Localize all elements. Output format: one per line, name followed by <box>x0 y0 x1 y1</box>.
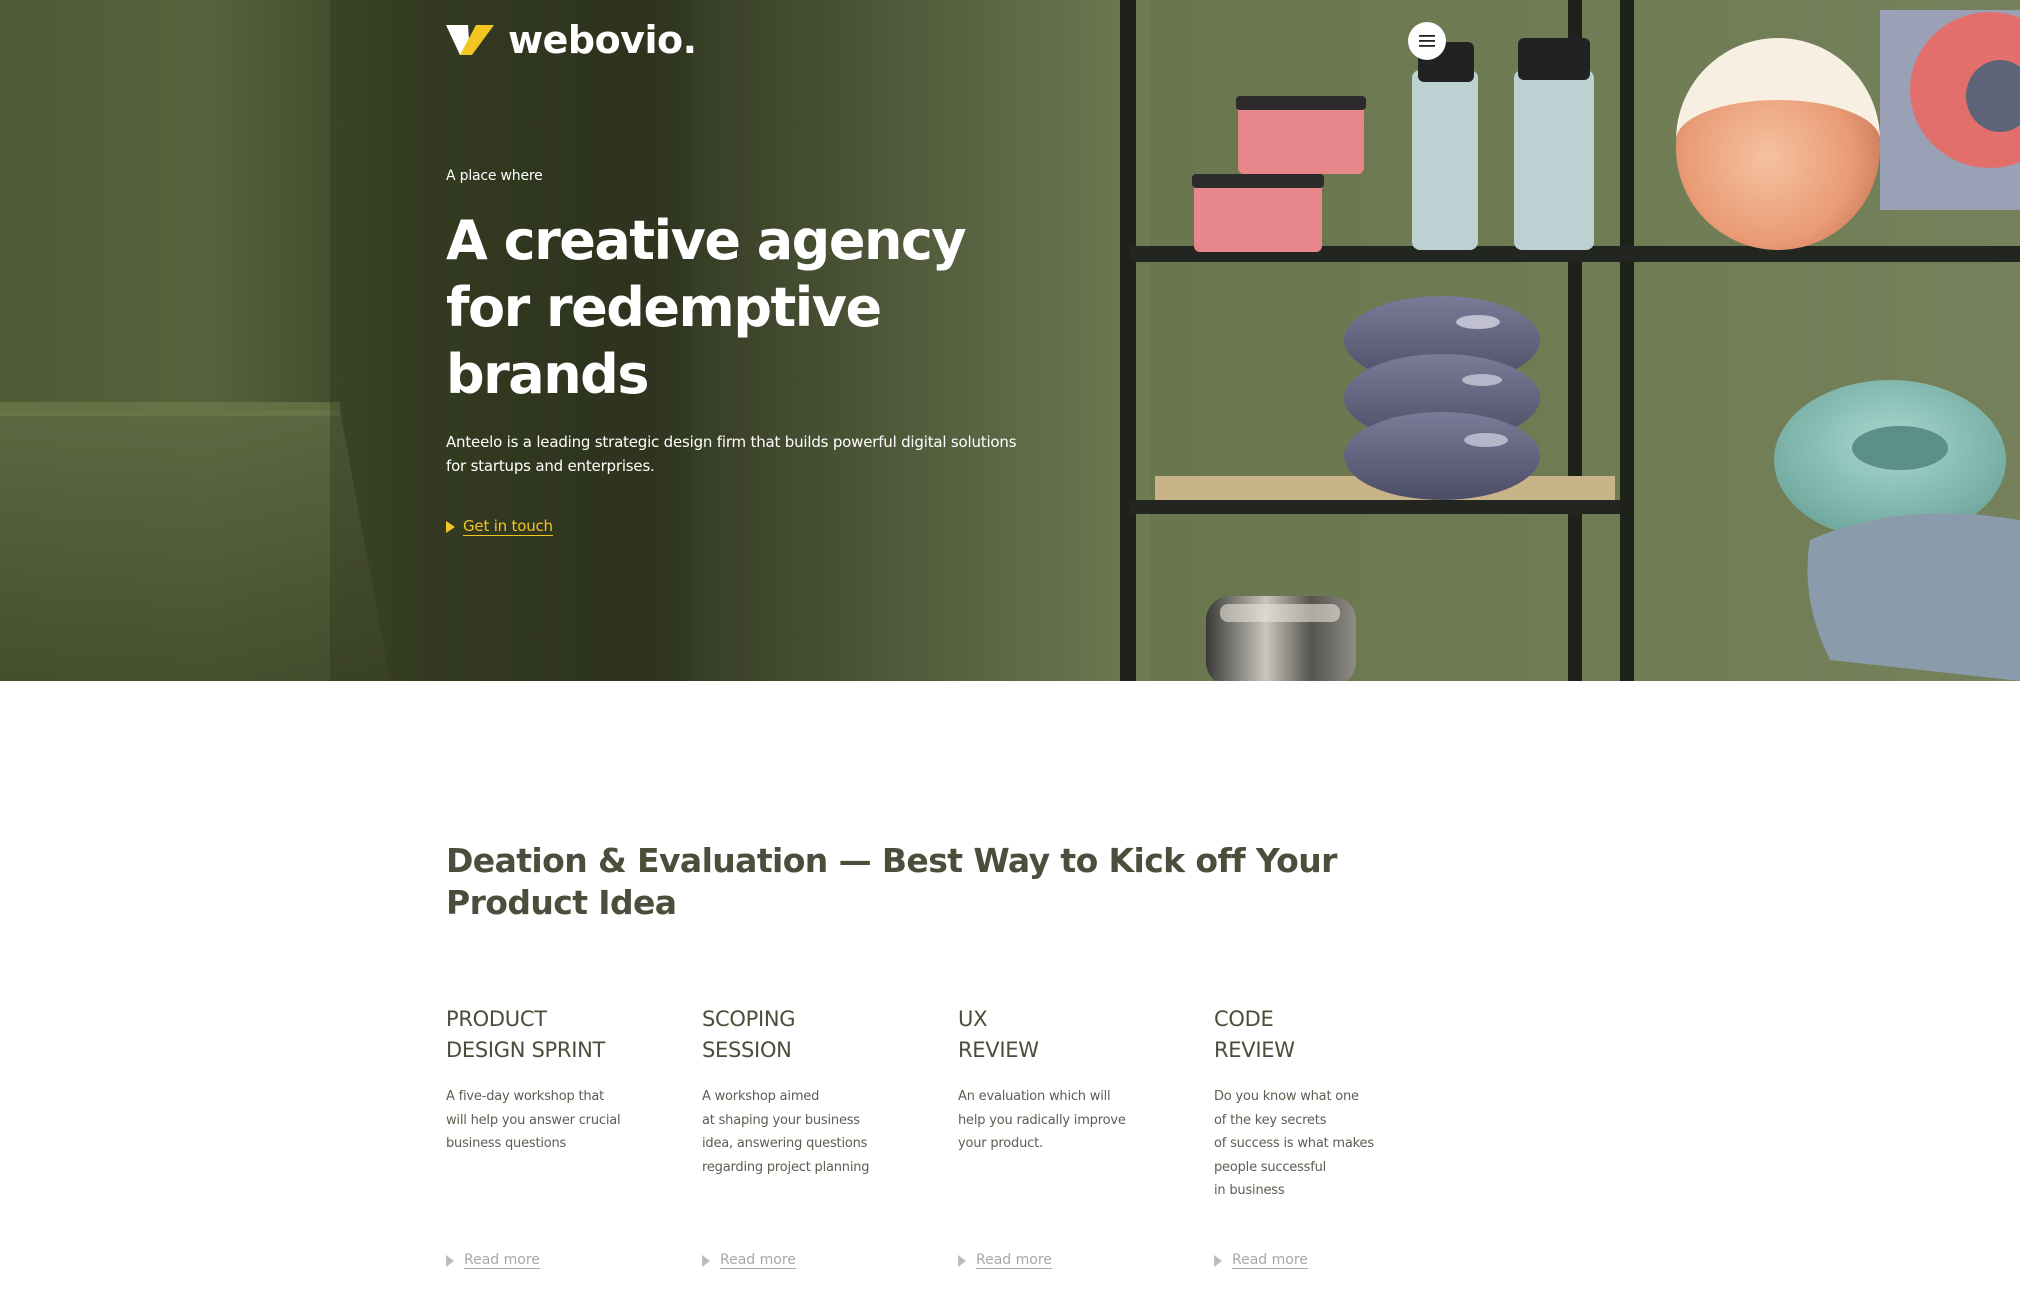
service-card-description: An evaluation which will help you radica… <box>958 1089 1126 1151</box>
service-card-description: A five-day workshop that will help you a… <box>446 1089 621 1151</box>
play-arrow-icon <box>702 1254 710 1267</box>
play-arrow-icon <box>446 1254 454 1267</box>
service-card-title: CODE REVIEW <box>1214 1007 1295 1062</box>
play-arrow-icon <box>446 520 455 533</box>
read-more-link[interactable]: Read more <box>1214 1252 1308 1269</box>
logo-mark-icon <box>446 25 494 55</box>
service-card-title: SCOPING SESSION <box>702 1007 796 1062</box>
get-in-touch-link[interactable]: Get in touch <box>446 517 553 536</box>
services-title: Deation & Evaluation — Best Way to Kick … <box>446 841 1337 922</box>
service-card-title: UX REVIEW <box>958 1007 1039 1062</box>
hero-eyebrow: A place where <box>446 168 543 184</box>
read-more-link[interactable]: Read more <box>958 1252 1052 1269</box>
play-arrow-icon <box>1214 1254 1222 1267</box>
service-card-scoping-session: SCOPING SESSION A workshop aimed at shap… <box>702 1004 922 1269</box>
hero-title: A creative agency for redemptive brands <box>446 209 967 406</box>
menu-button[interactable] <box>1408 22 1446 60</box>
service-card-product-design-sprint: PRODUCT DESIGN SPRINT A five-day worksho… <box>446 1004 666 1269</box>
cta-label: Get in touch <box>463 517 553 536</box>
hero-description: Anteelo is a leading strategic design fi… <box>446 433 1017 475</box>
read-more-link[interactable]: Read more <box>446 1252 540 1269</box>
read-more-link[interactable]: Read more <box>702 1252 796 1269</box>
service-card-title: PRODUCT DESIGN SPRINT <box>446 1007 606 1062</box>
service-card-ux-review: UX REVIEW An evaluation which will help … <box>958 1004 1178 1269</box>
service-card-code-review: CODE REVIEW Do you know what one of the … <box>1214 1004 1434 1269</box>
hero-section: webovio. A place where A creative agency… <box>0 0 2020 681</box>
brand-name: webovio. <box>508 18 697 62</box>
service-card-description: Do you know what one of the key secrets … <box>1214 1089 1374 1198</box>
play-arrow-icon <box>958 1254 966 1267</box>
brand-logo[interactable]: webovio. <box>446 18 697 62</box>
service-card-description: A workshop aimed at shaping your busines… <box>702 1089 870 1175</box>
hamburger-icon <box>1419 35 1435 47</box>
